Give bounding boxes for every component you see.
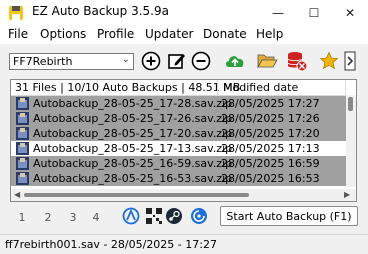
horizontal-scroll-thumb[interactable] xyxy=(24,193,249,197)
menu-bar: File Options Profile Updater Donate Help xyxy=(0,26,368,44)
game-file-icon xyxy=(16,127,29,140)
file-date: 28/05/2025 16:53 xyxy=(221,172,320,185)
vertical-scroll-thumb[interactable] xyxy=(348,97,353,111)
close-icon: ✕ xyxy=(344,6,356,20)
modified-date-header[interactable]: Modified date xyxy=(223,81,298,94)
page-1-button[interactable]: 1 xyxy=(12,208,32,226)
file-name: Autobackup_28-05-25_17-13.sav.zip xyxy=(33,142,233,155)
file-name: Autobackup_28-05-25_17-28.sav.zip xyxy=(33,97,233,110)
profile-dropdown[interactable]: FF7Rebirth ⌄ xyxy=(9,53,134,70)
scroll-right-icon[interactable]: ▶ xyxy=(344,190,350,199)
chevron-down-icon: ⌄ xyxy=(121,54,130,65)
column-divider[interactable] xyxy=(345,80,346,95)
file-row[interactable]: Autobackup_28-05-25_17-20.sav.zip 28/05/… xyxy=(11,126,346,141)
app-logo-icon xyxy=(9,6,23,20)
collapse-panel-icon xyxy=(344,51,356,71)
page-3-button[interactable]: 3 xyxy=(63,208,83,226)
add-profile-icon xyxy=(141,51,161,71)
menu-options[interactable]: Options xyxy=(40,27,86,41)
menu-file[interactable]: File xyxy=(8,27,28,41)
qr-code-icon[interactable] xyxy=(145,207,163,225)
page-2-button[interactable]: 2 xyxy=(38,208,58,226)
close-button[interactable]: ✕ xyxy=(332,0,368,26)
backup-file-list[interactable]: 31 Files | 10/10 Auto Backups | 48.51 MB… xyxy=(10,79,357,202)
menu-help[interactable]: Help xyxy=(256,27,283,41)
file-row[interactable]: Autobackup_28-05-25_17-26.sav.zip 28/05/… xyxy=(11,111,346,126)
page-4-button[interactable]: 4 xyxy=(86,208,106,226)
start-auto-backup-button[interactable]: Start Auto Backup (F1) xyxy=(220,206,358,226)
window-title: EZ Auto Backup 3.5.9a xyxy=(32,4,169,18)
scroll-left-icon[interactable]: ◀ xyxy=(14,190,20,199)
file-date: 28/05/2025 17:27 xyxy=(221,97,320,110)
vertical-scrollbar[interactable] xyxy=(346,95,356,187)
edit-profile-button[interactable] xyxy=(166,50,188,72)
maximize-icon: ☐ xyxy=(308,6,320,20)
file-name: Autobackup_28-05-25_17-20.sav.zip xyxy=(33,127,233,140)
list-summary-header[interactable]: 31 Files | 10/10 Auto Backups | 48.51 MB xyxy=(15,81,240,94)
file-row[interactable]: Autobackup_28-05-25_17-28.sav.zip 28/05/… xyxy=(11,96,346,111)
game-file-icon xyxy=(16,142,29,155)
file-name: Autobackup_28-05-25_16-53.sav.zip xyxy=(33,172,233,185)
title-bar: EZ Auto Backup 3.5.9a — ☐ ✕ xyxy=(0,0,368,26)
remove-profile-button[interactable] xyxy=(190,50,212,72)
game-file-icon xyxy=(16,157,29,170)
status-bar: ff7rebirth001.sav - 28/05/2025 - 17:27 xyxy=(0,234,368,254)
database-delete-button[interactable] xyxy=(286,50,308,72)
column-divider[interactable] xyxy=(217,80,218,95)
minimize-icon: — xyxy=(272,6,284,20)
file-name: Autobackup_28-05-25_17-26.sav.zip xyxy=(33,112,233,125)
file-row[interactable]: Autobackup_28-05-25_17-13.sav.zip 28/05/… xyxy=(11,141,346,156)
edit-profile-icon xyxy=(168,54,185,69)
game-file-icon xyxy=(16,172,29,185)
steam-icon[interactable] xyxy=(165,207,183,225)
list-header: 31 Files | 10/10 Auto Backups | 48.51 MB… xyxy=(11,80,356,96)
file-date: 28/05/2025 17:13 xyxy=(221,142,320,155)
game-file-icon xyxy=(16,97,29,110)
add-profile-button[interactable] xyxy=(140,50,162,72)
steam-deck-icon[interactable] xyxy=(122,207,140,225)
menu-profile[interactable]: Profile xyxy=(97,27,134,41)
favorite-star-icon xyxy=(319,51,339,70)
remove-profile-icon xyxy=(191,51,211,71)
open-folder-icon xyxy=(257,54,278,69)
file-name: Autobackup_28-05-25_16-59.sav.zip xyxy=(33,157,233,170)
file-date: 28/05/2025 17:26 xyxy=(221,112,320,125)
status-text: ff7rebirth001.sav - 28/05/2025 - 17:27 xyxy=(5,238,217,251)
file-date: 28/05/2025 17:20 xyxy=(221,127,320,140)
collapse-panel-button[interactable] xyxy=(343,50,357,72)
open-folder-button[interactable] xyxy=(256,50,278,72)
file-row[interactable]: Autobackup_28-05-25_16-59.sav.zip 28/05/… xyxy=(11,156,346,171)
horizontal-scrollbar[interactable]: ◀ ▶ xyxy=(11,189,356,201)
cloud-upload-button[interactable] xyxy=(224,50,246,72)
ubisoft-icon[interactable] xyxy=(190,207,208,225)
profile-dropdown-value: FF7Rebirth xyxy=(13,55,73,68)
menu-donate[interactable]: Donate xyxy=(203,27,247,41)
file-row[interactable]: Autobackup_28-05-25_16-53.sav.zip 28/05/… xyxy=(11,171,346,186)
cloud-upload-icon xyxy=(226,56,244,67)
minimize-button[interactable]: — xyxy=(260,0,296,26)
menu-updater[interactable]: Updater xyxy=(145,27,193,41)
maximize-button[interactable]: ☐ xyxy=(296,0,332,26)
favorite-star-button[interactable] xyxy=(318,50,340,72)
game-file-icon xyxy=(16,112,29,125)
database-delete-icon xyxy=(287,52,308,72)
file-date: 28/05/2025 16:59 xyxy=(221,157,320,170)
